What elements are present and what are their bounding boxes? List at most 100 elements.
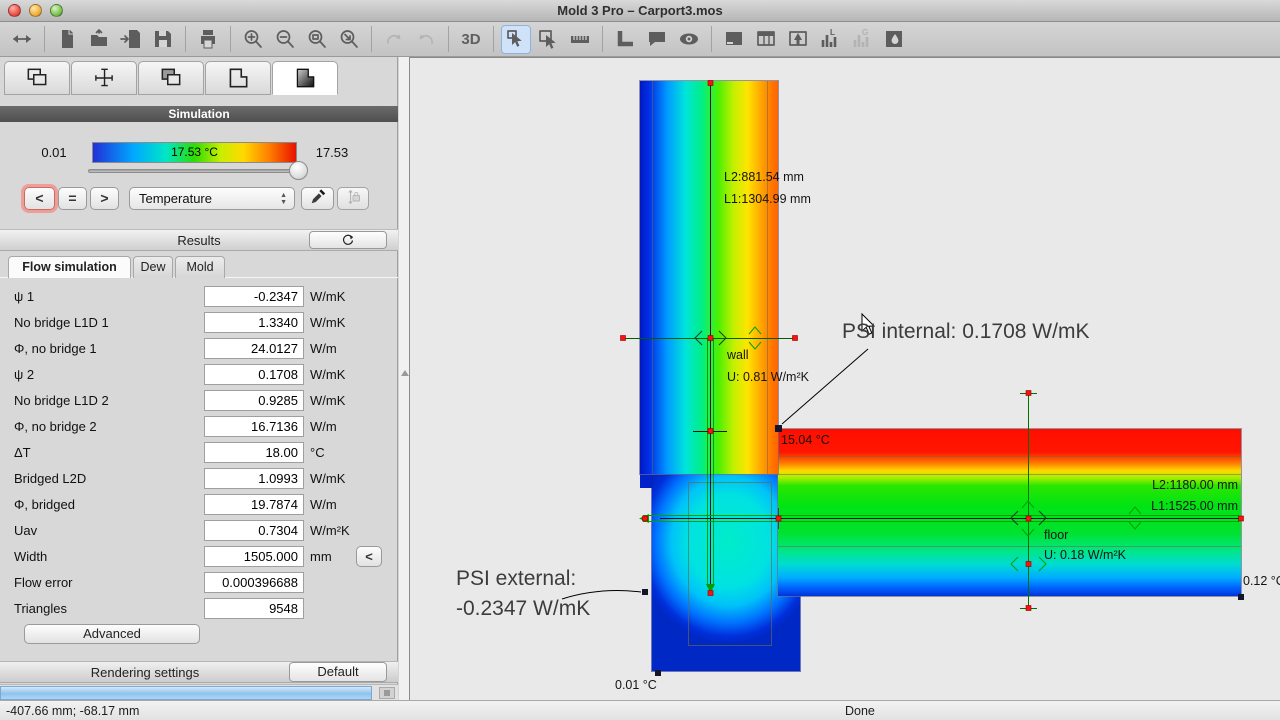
result-value-input[interactable] bbox=[204, 364, 304, 385]
result-label: ψ 1 bbox=[14, 289, 34, 304]
result-value-input[interactable] bbox=[204, 390, 304, 411]
view-table-button[interactable] bbox=[751, 25, 781, 54]
toolbar-divider bbox=[185, 26, 186, 52]
undo-button[interactable] bbox=[379, 25, 409, 54]
open-file-button[interactable] bbox=[84, 25, 114, 54]
dimension-lock-button bbox=[337, 187, 369, 210]
result-row: Widthmm< bbox=[0, 545, 398, 571]
measure-tool-button[interactable] bbox=[565, 25, 595, 54]
save-file-button[interactable] bbox=[148, 25, 178, 54]
moisture-view-button[interactable] bbox=[879, 25, 909, 54]
panel-horizontal-scrollbar[interactable] bbox=[0, 684, 398, 700]
zoom-reset-button[interactable] bbox=[334, 25, 364, 54]
chart-l-button[interactable]: L bbox=[815, 25, 845, 54]
step-equal-button[interactable]: = bbox=[58, 187, 87, 210]
step-prev-button[interactable]: < bbox=[24, 187, 55, 210]
3d-view-button[interactable]: 3D bbox=[456, 25, 486, 54]
status-bar: -407.66 mm; -68.17 mm Done bbox=[0, 700, 1280, 720]
width-collapse-button[interactable]: < bbox=[356, 546, 382, 567]
result-label: No bridge L1D 2 bbox=[14, 393, 109, 408]
result-value-input[interactable] bbox=[204, 468, 304, 489]
field-select[interactable]: Temperature ▲▼ bbox=[129, 187, 295, 210]
drawing-canvas[interactable]: L2:881.54 mm L1:1304.99 mm wall U: 0.81 … bbox=[410, 57, 1280, 700]
result-row: Triangles bbox=[0, 597, 398, 623]
result-value-input[interactable] bbox=[204, 416, 304, 437]
result-value-input[interactable] bbox=[204, 494, 304, 515]
tab-geometry[interactable] bbox=[4, 61, 70, 95]
refresh-results-button[interactable] bbox=[309, 231, 387, 249]
result-value-input[interactable] bbox=[204, 338, 304, 359]
cursor-coordinates: -407.66 mm; -68.17 mm bbox=[6, 704, 139, 718]
result-row: No bridge L1D 2W/mK bbox=[0, 389, 398, 415]
toolbar-divider bbox=[230, 26, 231, 52]
scale-slider-track[interactable] bbox=[88, 169, 303, 173]
scrollbar-thumb[interactable] bbox=[0, 686, 372, 700]
view-chart-button[interactable] bbox=[783, 25, 813, 54]
zoom-in-button[interactable] bbox=[238, 25, 268, 54]
new-file-button[interactable] bbox=[52, 25, 82, 54]
stepper-arrows-icon: ▲▼ bbox=[280, 192, 287, 206]
import-file-button[interactable] bbox=[116, 25, 146, 54]
zoom-out-button[interactable] bbox=[270, 25, 300, 54]
result-row: Φ, bridgedW/m bbox=[0, 493, 398, 519]
bottom-temperature-label: 0.01 °C bbox=[615, 678, 657, 692]
wall-l2-label: L2:881.54 mm bbox=[724, 170, 804, 184]
wall-name-label: wall bbox=[727, 348, 749, 362]
result-value-input[interactable] bbox=[204, 598, 304, 619]
result-label: Φ, no bridge 2 bbox=[14, 419, 97, 434]
result-label: Φ, no bridge 1 bbox=[14, 341, 97, 356]
step-next-button[interactable]: > bbox=[90, 187, 119, 210]
result-row: Flow error bbox=[0, 571, 398, 597]
result-unit: W/m bbox=[310, 341, 337, 356]
select-tool-button[interactable] bbox=[501, 25, 531, 54]
result-label: Uav bbox=[14, 523, 37, 538]
eyedropper-button[interactable] bbox=[301, 187, 334, 210]
status-message: Done bbox=[845, 704, 875, 718]
select-area-tool-button[interactable] bbox=[533, 25, 563, 54]
rendering-default-button[interactable]: Default bbox=[289, 662, 387, 682]
result-value-input[interactable] bbox=[204, 312, 304, 333]
result-row: No bridge L1D 1W/mK bbox=[0, 311, 398, 337]
tab-mold[interactable]: Mold bbox=[175, 256, 225, 278]
result-row: ψ 2W/mK bbox=[0, 363, 398, 389]
result-value-input[interactable] bbox=[204, 572, 304, 593]
panel-gutter bbox=[399, 57, 410, 700]
left-panel: Simulation 0.01 17.53 °C 17.53 < = > Tem… bbox=[0, 57, 398, 700]
svg-text:L: L bbox=[830, 28, 835, 37]
advanced-button[interactable]: Advanced bbox=[24, 624, 200, 644]
result-value-input[interactable] bbox=[204, 286, 304, 307]
result-row: Φ, no bridge 1 W/m bbox=[0, 337, 398, 363]
result-unit: °C bbox=[310, 445, 325, 460]
scrollbar-button[interactable] bbox=[379, 687, 395, 699]
tab-dimensions[interactable] bbox=[71, 61, 137, 95]
window-title: Mold 3 Pro – Carport3.mos bbox=[0, 3, 1280, 18]
rendering-settings-label: Rendering settings bbox=[0, 662, 290, 683]
result-label: No bridge L1D 1 bbox=[14, 315, 109, 330]
fit-width-button[interactable] bbox=[7, 25, 37, 54]
tab-flow-simulation[interactable]: Flow simulation bbox=[8, 256, 131, 278]
print-button[interactable] bbox=[193, 25, 223, 54]
simulation-header: Simulation bbox=[0, 106, 398, 122]
tab-boundary[interactable] bbox=[205, 61, 271, 95]
redo-button[interactable] bbox=[411, 25, 441, 54]
result-value-input[interactable] bbox=[204, 546, 304, 567]
view-result-button[interactable] bbox=[719, 25, 749, 54]
visibility-button[interactable] bbox=[674, 25, 704, 54]
toolbar-divider bbox=[44, 26, 45, 52]
floor-l2-label: L2:1180.00 mm bbox=[1050, 478, 1238, 492]
result-value-input[interactable] bbox=[204, 520, 304, 541]
right-temperature-label: 0.12 °C bbox=[1243, 574, 1280, 588]
result-label: Bridged L2D bbox=[14, 471, 86, 486]
chart-g-button[interactable]: G bbox=[847, 25, 877, 54]
wall-l1-label: L1:1304.99 mm bbox=[724, 192, 811, 206]
result-unit: W/mK bbox=[310, 471, 345, 486]
corner-tool-button[interactable] bbox=[610, 25, 640, 54]
tab-dew[interactable]: Dew bbox=[133, 256, 173, 278]
tab-materials[interactable] bbox=[138, 61, 204, 95]
zoom-region-button[interactable] bbox=[302, 25, 332, 54]
toolbar: 3D L G bbox=[0, 22, 1280, 57]
comment-tool-button[interactable] bbox=[642, 25, 672, 54]
tab-simulation[interactable] bbox=[272, 61, 338, 95]
result-value-input[interactable] bbox=[204, 442, 304, 463]
scale-slider-handle[interactable] bbox=[289, 161, 308, 180]
